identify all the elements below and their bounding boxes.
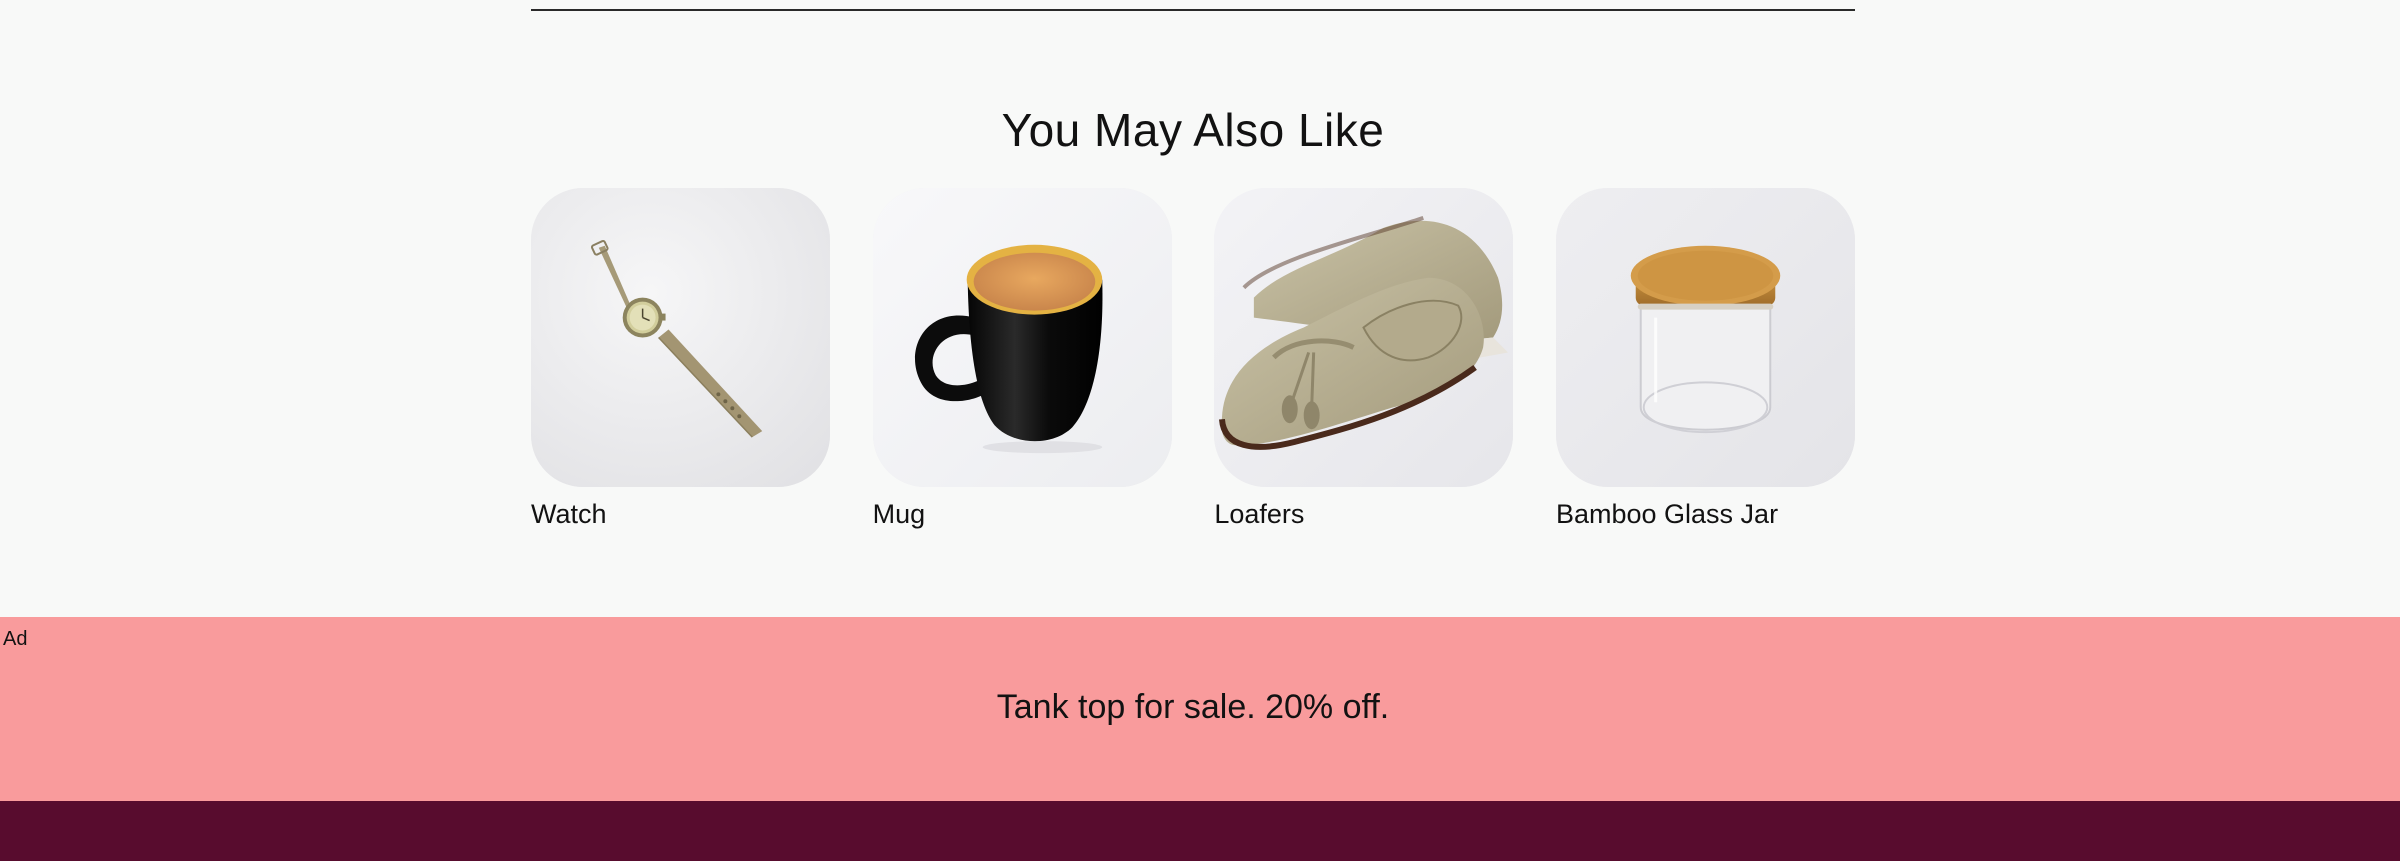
mug-image[interactable] [872, 188, 1172, 487]
watch-image[interactable] [531, 188, 830, 487]
product-name[interactable]: Bamboo Glass Jar [1556, 497, 1855, 531]
footer [0, 801, 2400, 861]
product-name[interactable]: Loafers [1214, 497, 1513, 531]
product-card-mug[interactable]: Mug [872, 188, 1172, 531]
product-name[interactable]: Watch [531, 497, 830, 531]
ad-label: Ad [3, 628, 28, 650]
product-card-bamboo-glass-jar[interactable]: Bamboo Glass Jar [1555, 188, 1855, 531]
ad-text[interactable]: Tank top for sale. 20% off. [0, 685, 2386, 729]
divider [531, 9, 1855, 11]
jar-image[interactable] [1555, 188, 1855, 487]
section-title: You May Also Like [1001, 104, 1385, 157]
product-name[interactable]: Mug [873, 497, 1172, 531]
page: You May Also Like Watch Mug Loafers Bamb… [0, 0, 2400, 861]
ad-banner[interactable]: Ad Tank top for sale. 20% off. [0, 617, 2400, 801]
loafers-image[interactable] [1214, 188, 1514, 487]
product-card-loafers[interactable]: Loafers [1214, 188, 1514, 531]
product-grid: Watch Mug Loafers Bamboo Glass Jar [531, 188, 1855, 531]
product-card-watch[interactable]: Watch [531, 188, 830, 531]
